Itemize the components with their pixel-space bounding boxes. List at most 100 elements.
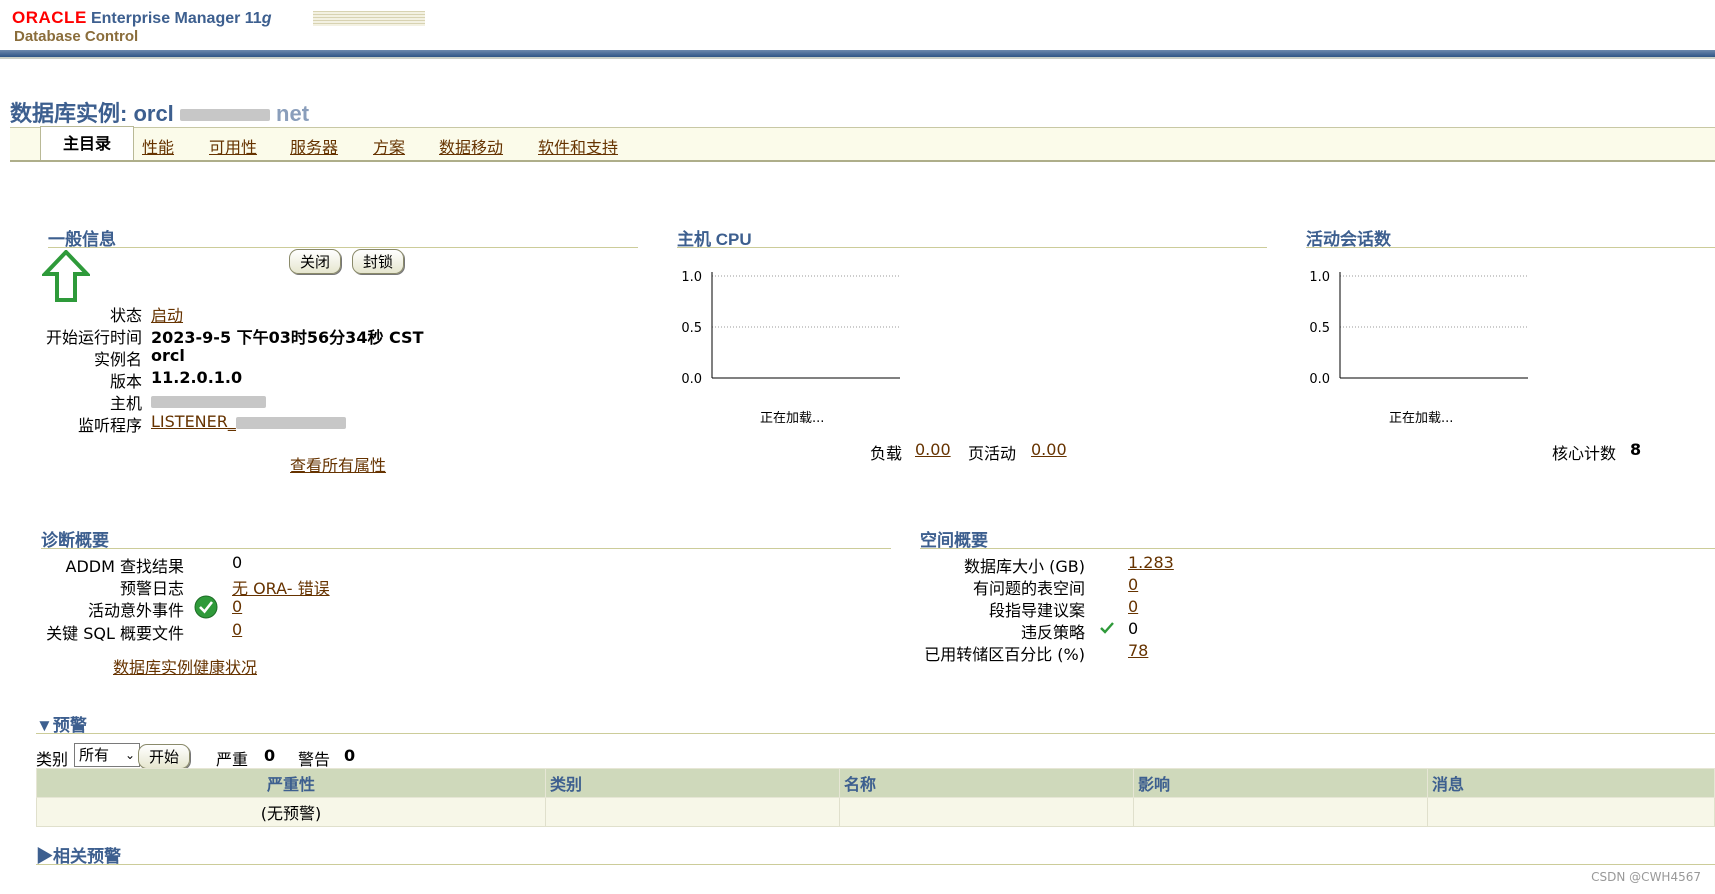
warning-value: 0: [344, 746, 356, 765]
segment-label: 段指导建议案: [988, 601, 1085, 620]
chevron-down-icon[interactable]: ⌄: [125, 744, 135, 766]
column-name[interactable]: 名称: [839, 768, 1134, 798]
tab-schema[interactable]: 方案: [373, 134, 405, 158]
related-alerts-divider: [36, 864, 1715, 865]
category-select-value[interactable]: 所有: [79, 746, 109, 764]
column-message[interactable]: 消息: [1427, 768, 1715, 798]
cpu-chart-tick-label: 0.5: [681, 321, 702, 336]
alerts-divider: [36, 733, 1715, 734]
column-impact[interactable]: 影响: [1133, 768, 1428, 798]
lock-button[interactable]: 封锁: [352, 249, 405, 274]
addm-label: ADDM 查找结果: [65, 557, 184, 576]
cores-value: 8: [1630, 440, 1642, 459]
host-label: 主机: [109, 394, 142, 413]
paging-link[interactable]: 0.00: [1031, 440, 1067, 459]
go-button-label[interactable]: 开始: [138, 744, 191, 769]
incidents-link[interactable]: 0: [232, 597, 242, 616]
status-link[interactable]: 启动: [151, 302, 183, 326]
go-button[interactable]: 开始: [138, 744, 191, 769]
policy-label: 违反策略: [1020, 623, 1085, 642]
problem-ts-label: 有问题的表空间: [972, 579, 1085, 598]
listener-link[interactable]: LISTENER_: [151, 412, 346, 431]
general-divider: [48, 247, 638, 248]
check-circle-icon: [194, 595, 218, 623]
health-link[interactable]: 数据库实例健康状况: [113, 654, 257, 678]
checkmark-icon: [1098, 619, 1116, 641]
start-time-label: 开始运行时间: [45, 328, 142, 347]
archive-link[interactable]: 78: [1128, 641, 1148, 660]
sessions-chart: 1.0 0.5 0.0: [1309, 270, 1528, 387]
shutdown-button[interactable]: 关闭: [289, 249, 342, 274]
view-all-properties-link[interactable]: 查看所有属性: [290, 452, 386, 476]
category-select[interactable]: 所有 ⌄: [74, 743, 140, 767]
empty-row-text: (无预警): [36, 797, 546, 827]
cpu-loading-text: 正在加载...: [760, 411, 825, 426]
listener-label: 监听程序: [77, 416, 142, 435]
table-cell: [1133, 797, 1428, 827]
alerts-table: 严重性 类别 名称 影响 消息 (无预警): [36, 768, 1715, 827]
paging-label: 页活动: [968, 444, 1017, 463]
oracle-wordmark: ORACLE: [12, 8, 87, 27]
alert-log-label: 预警日志: [119, 579, 184, 598]
alerts-table-header: 严重性 类别 名称 影响 消息: [36, 768, 1715, 798]
policy-value: 0: [1128, 619, 1139, 638]
sessions-chart-tick-label: 0.0: [1309, 372, 1330, 387]
addm-value: 0: [232, 553, 243, 572]
cores-label: 核心计数: [1552, 444, 1617, 463]
db-size-link[interactable]: 1.283: [1128, 553, 1174, 572]
cpu-divider: [677, 247, 1267, 248]
lock-button-label[interactable]: 封锁: [352, 249, 405, 274]
redacted-host: [151, 395, 266, 408]
load-label: 负载: [870, 444, 903, 463]
tab-bar: 主目录 性能 可用性 服务器 方案 数据移动 软件和支持: [10, 126, 1715, 162]
product-version: g: [261, 10, 272, 27]
segment-link[interactable]: 0: [1128, 597, 1138, 616]
incidents-label: 活动意外事件: [87, 601, 184, 620]
category-label: 类别: [36, 750, 69, 769]
redacted-listener: [235, 416, 346, 429]
db-size-label: 数据库大小 (GB): [964, 557, 1085, 576]
column-severity[interactable]: 严重性: [36, 768, 546, 798]
critical-value: 0: [264, 746, 276, 765]
redacted-text: [179, 109, 270, 122]
tab-home[interactable]: 主目录: [40, 126, 134, 160]
tab-performance[interactable]: 性能: [142, 134, 174, 158]
up-arrow-icon: [40, 249, 92, 306]
problem-ts-link[interactable]: 0: [1128, 575, 1138, 594]
table-cell: [839, 797, 1134, 827]
oracle-logo: ORACLE Enterprise Manager 11g: [12, 8, 271, 28]
version-value: 11.2.0.1.0: [151, 368, 243, 387]
page-title: 数据库实例: orcl net: [10, 96, 309, 128]
tab-data-movement[interactable]: 数据移动: [439, 134, 503, 158]
product-subtitle: Database Control: [14, 28, 139, 45]
alert-log-link[interactable]: 无 ORA- 错误: [232, 575, 330, 599]
listener-text[interactable]: LISTENER_: [151, 412, 236, 431]
host-link[interactable]: [151, 392, 266, 410]
sql-label: 关键 SQL 概要文件: [46, 624, 184, 643]
sessions-chart-tick-label: 0.5: [1309, 321, 1330, 336]
cpu-chart-tick-label: 1.0: [681, 270, 702, 285]
header-bar: [0, 50, 1715, 57]
space-divider: [920, 548, 1715, 549]
sessions-loading-text: 正在加载...: [1389, 411, 1454, 426]
sessions-divider: [1306, 247, 1715, 248]
archive-label: 已用转储区百分比 (%): [924, 645, 1085, 664]
load-link[interactable]: 0.00: [915, 440, 951, 459]
watermark: CSDN @CWH4567: [1591, 870, 1701, 884]
header-decoration: [313, 11, 425, 26]
tab-availability[interactable]: 可用性: [209, 134, 257, 158]
tab-software-support[interactable]: 软件和支持: [538, 134, 618, 158]
column-category[interactable]: 类别: [545, 768, 840, 798]
cpu-chart: 1.0 0.5 0.0: [681, 270, 900, 387]
start-time-value: 2023-9-5 下午03时56分34秒 CST: [151, 328, 424, 347]
version-label: 版本: [109, 372, 142, 391]
table-row: (无预警): [36, 797, 1715, 827]
shutdown-button-label[interactable]: 关闭: [289, 249, 342, 274]
instance-value: orcl: [151, 346, 185, 365]
page-title-prefix: 数据库实例: orcl: [10, 101, 174, 126]
sql-link[interactable]: 0: [232, 620, 242, 639]
diagnostics-divider: [41, 548, 891, 549]
tab-server[interactable]: 服务器: [290, 134, 338, 158]
page-title-suffix: net: [276, 101, 310, 126]
status-label: 状态: [109, 306, 142, 325]
